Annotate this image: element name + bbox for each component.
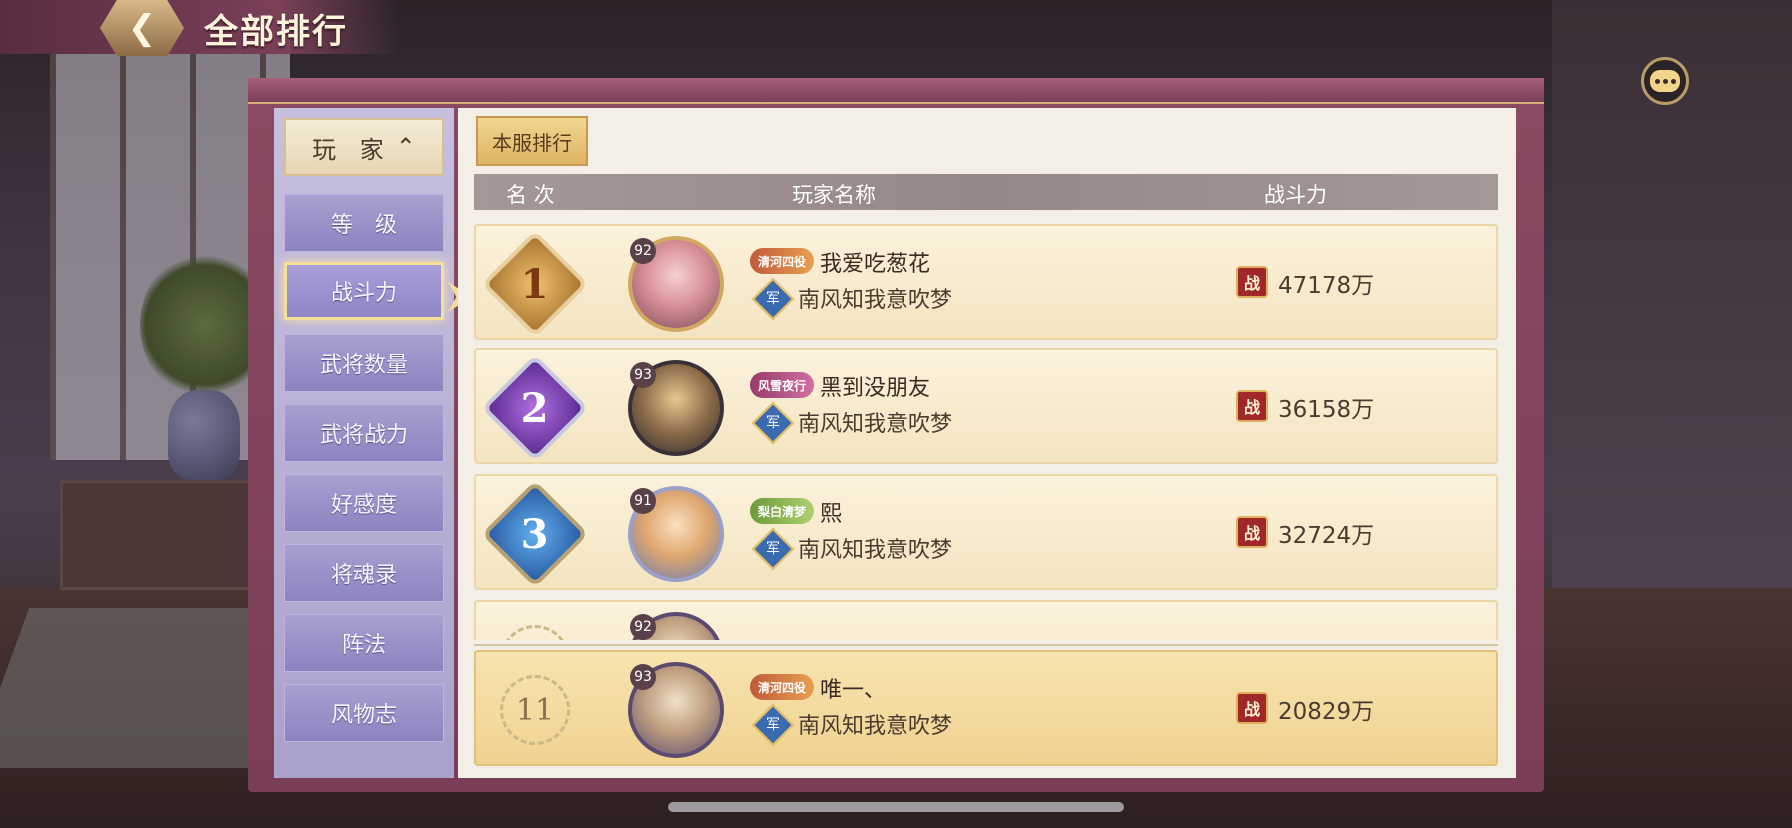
column-rank: 名 次 (506, 183, 555, 207)
title-badge: 梨白清梦 (750, 498, 814, 524)
sidebar-item-general-count[interactable]: 武将数量 (284, 334, 444, 392)
back-button[interactable]: ❮ (100, 0, 184, 56)
sidebar-item-customs[interactable]: 风物志 (284, 684, 444, 742)
guild-icon: 军 (751, 527, 795, 571)
player-name: 唯一、 (820, 678, 887, 703)
my-rank-row[interactable]: 11 93 清河四役 唯一、 军 南风知我意吹梦 战 20829万 (474, 650, 1498, 768)
player-name: 熙 (820, 502, 843, 527)
home-indicator[interactable] (668, 802, 1124, 812)
chat-bubble-icon (1650, 70, 1680, 92)
sidebar-item-formation[interactable]: 阵法 (284, 614, 444, 672)
battle-power-icon: 战 (1236, 692, 1268, 724)
guild-name: 南风知我意吹梦 (798, 538, 953, 563)
guild-name: 南风知我意吹梦 (798, 288, 953, 313)
sidebar-item-soul-record[interactable]: 将魂录 (284, 544, 444, 602)
table-row[interactable]: 2 93 风雪夜行 黑到没朋友 军 南风知我意吹梦 战 36158万 (474, 348, 1498, 464)
list-divider (474, 644, 1498, 646)
tab-server-ranking[interactable]: 本服排行 (476, 116, 588, 166)
avatar[interactable]: 91 (628, 486, 724, 582)
avatar[interactable]: 92 (628, 612, 724, 640)
avatar-level: 91 (630, 488, 656, 514)
power-value: 20829万 (1278, 699, 1375, 725)
ranking-list[interactable]: 1 92 清河四役 我爱吃葱花 军 南风知我意吹梦 战 47178万 2 93 … (474, 222, 1498, 640)
guild-name: 南风知我意吹梦 (798, 714, 953, 739)
table-row[interactable]: 1 92 清河四役 我爱吃葱花 军 南风知我意吹梦 战 47178万 (474, 224, 1498, 340)
table-row[interactable]: 11 93 清河四役 唯一、 军 南风知我意吹梦 战 20829万 (474, 650, 1498, 766)
power-value: 47178万 (1278, 273, 1375, 299)
power-value: 32724万 (1278, 523, 1375, 549)
battle-power-icon: 战 (1236, 516, 1268, 548)
background-vase (168, 390, 240, 480)
rank-badge: 2 (481, 354, 589, 462)
battle-power-icon: 战 (1236, 266, 1268, 298)
player-name: 我爱吃葱花 (820, 252, 931, 277)
sidebar-item-affinity[interactable]: 好感度 (284, 474, 444, 532)
guild-icon: 军 (751, 703, 795, 747)
power-value: 36158万 (1278, 397, 1375, 423)
player-name: 黑到没朋友 (820, 376, 931, 401)
sidebar-item-power[interactable]: 战斗力 (284, 262, 444, 320)
sidebar-item-level[interactable]: 等 级 (284, 194, 444, 252)
guild-icon: 军 (751, 401, 795, 445)
table-row[interactable]: 92 (474, 600, 1498, 640)
guild-name: 南风知我意吹梦 (798, 412, 953, 437)
column-player-name: 玩家名称 (792, 183, 876, 207)
battle-power-icon: 战 (1236, 390, 1268, 422)
sidebar-item-player[interactable]: 玩 家 ⌃ (284, 118, 444, 176)
chevron-up-icon: ⌃ (395, 133, 416, 161)
avatar-level: 93 (630, 362, 656, 388)
avatar-level: 92 (630, 614, 656, 640)
title-badge: 清河四役 (750, 674, 814, 700)
avatar[interactable]: 93 (628, 360, 724, 456)
avatar[interactable]: 92 (628, 236, 724, 332)
avatar-level: 93 (630, 664, 656, 690)
sidebar-item-general-power[interactable]: 武将战力 (284, 404, 444, 462)
column-header: 名 次 玩家名称 战斗力 (474, 174, 1498, 210)
chat-button[interactable] (1641, 57, 1689, 105)
avatar-level: 92 (630, 238, 656, 264)
rank-badge: 11 (486, 664, 584, 756)
guild-icon: 军 (751, 277, 795, 321)
column-power: 战斗力 (1264, 183, 1327, 207)
arrow-left-icon: ❮ (127, 8, 157, 48)
rank-badge (486, 614, 584, 640)
title-badge: 风雪夜行 (750, 372, 814, 398)
panel-top-border (248, 78, 1544, 104)
rank-badge: 3 (481, 480, 589, 588)
page-title: 全部排行 (204, 12, 348, 52)
title-badge: 清河四役 (750, 248, 814, 274)
table-row[interactable]: 3 91 梨白清梦 熙 军 南风知我意吹梦 战 32724万 (474, 474, 1498, 590)
rank-badge: 1 (481, 230, 589, 338)
avatar[interactable]: 93 (628, 662, 724, 758)
background-cabinet (60, 480, 270, 590)
